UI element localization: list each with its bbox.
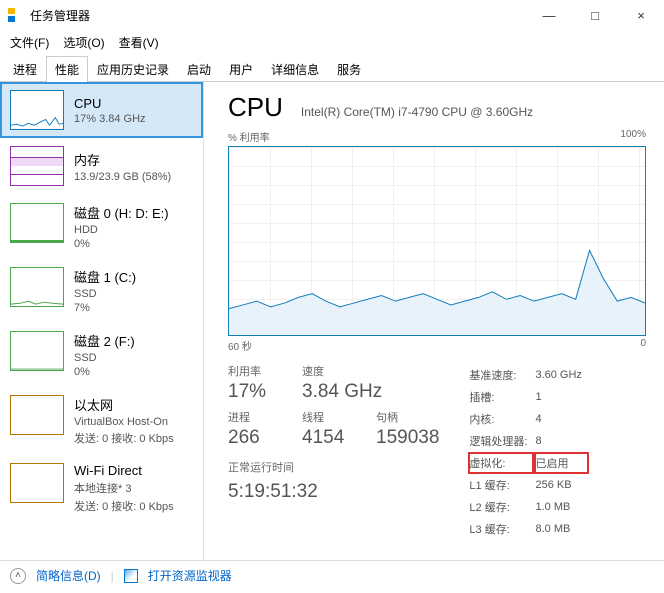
sidebar-item-5[interactable]: 以太网VirtualBox Host-On发送: 0 接收: 0 Kbps — [0, 387, 203, 455]
tab-5[interactable]: 详细信息 — [262, 56, 328, 82]
resource-monitor-icon — [124, 569, 138, 583]
minimize-button[interactable]: — — [526, 0, 572, 30]
uptime-value: 5:19:51:32 — [228, 481, 439, 503]
tab-0[interactable]: 进程 — [4, 56, 46, 82]
chevron-up-icon[interactable]: ˄ — [10, 568, 26, 584]
window-title: 任务管理器 — [30, 7, 526, 24]
sidebar-item-1[interactable]: 内存13.9/23.9 GB (58%) — [0, 138, 203, 195]
tab-2[interactable]: 应用历史记录 — [88, 56, 178, 82]
open-resource-monitor-link[interactable]: 打开资源监视器 — [148, 567, 232, 584]
tab-6[interactable]: 服务 — [328, 56, 370, 82]
tab-1[interactable]: 性能 — [46, 56, 88, 82]
menu-options[interactable]: 选项(O) — [63, 34, 104, 51]
tab-3[interactable]: 启动 — [178, 56, 220, 82]
sidebar-item-4[interactable]: 磁盘 2 (F:)SSD0% — [0, 323, 203, 387]
sidebar-item-6[interactable]: Wi-Fi Direct本地连接* 3发送: 0 接收: 0 Kbps — [0, 455, 203, 523]
sidebar-item-3[interactable]: 磁盘 1 (C:)SSD7% — [0, 259, 203, 323]
page-title: CPU — [228, 92, 283, 123]
sidebar-item-0[interactable]: CPU17% 3.84 GHz — [0, 82, 203, 138]
menu-view[interactable]: 查看(V) — [119, 34, 159, 51]
cpu-utilization-chart — [228, 146, 646, 336]
chart-xright: 0 — [640, 338, 646, 353]
chart-ymax: 100% — [620, 129, 646, 144]
tab-4[interactable]: 用户 — [220, 56, 262, 82]
sidebar-item-2[interactable]: 磁盘 0 (H: D: E:)HDD0% — [0, 195, 203, 259]
close-button[interactable]: × — [618, 0, 664, 30]
chart-ylabel: % 利用率 — [228, 129, 270, 144]
uptime-label: 正常运行时间 — [228, 459, 439, 475]
maximize-button[interactable]: □ — [572, 0, 618, 30]
cpu-model: Intel(R) Core(TM) i7-4790 CPU @ 3.60GHz — [301, 105, 533, 119]
fewer-details-link[interactable]: 简略信息(D) — [36, 567, 101, 584]
app-icon — [8, 7, 24, 23]
chart-xleft: 60 秒 — [228, 338, 252, 353]
menu-file[interactable]: 文件(F) — [10, 34, 49, 51]
